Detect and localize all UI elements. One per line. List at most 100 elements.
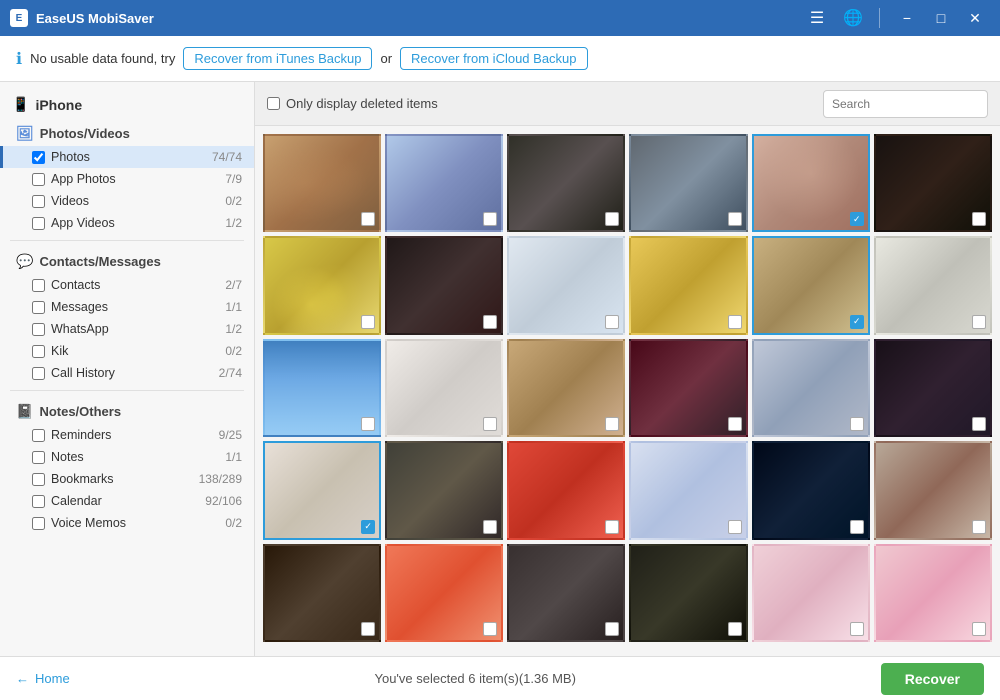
sidebar-item-calendar[interactable]: Calendar 92/106 — [0, 490, 254, 512]
icloud-backup-link[interactable]: Recover from iCloud Backup — [400, 47, 587, 70]
sidebar-item-bookmarks[interactable]: Bookmarks 138/289 — [0, 468, 254, 490]
sidebar-item-videos[interactable]: Videos 0/2 — [0, 190, 254, 212]
photo-checkbox-14[interactable] — [483, 417, 497, 431]
photo-checkbox-18[interactable] — [972, 417, 986, 431]
photo-cell-9[interactable] — [507, 236, 625, 334]
videos-checkbox[interactable] — [32, 195, 45, 208]
photo-cell-6[interactable] — [874, 134, 992, 232]
sidebar-item-reminders[interactable]: Reminders 9/25 — [0, 424, 254, 446]
sidebar-item-kik[interactable]: Kik 0/2 — [0, 340, 254, 362]
photos-checkbox[interactable] — [32, 151, 45, 164]
photo-cell-27[interactable] — [507, 544, 625, 642]
photo-cell-4[interactable] — [629, 134, 747, 232]
photo-checkbox-25[interactable] — [361, 622, 375, 636]
calendar-checkbox[interactable] — [32, 495, 45, 508]
photo-checkbox-24[interactable] — [972, 520, 986, 534]
photo-cell-1[interactable] — [263, 134, 381, 232]
photo-cell-2[interactable] — [385, 134, 503, 232]
sidebar-item-whatsapp[interactable]: WhatsApp 1/2 — [0, 318, 254, 340]
photo-cell-14[interactable] — [385, 339, 503, 437]
photo-cell-7[interactable] — [263, 236, 381, 334]
photo-cell-10[interactable] — [629, 236, 747, 334]
photo-checkbox-17[interactable] — [850, 417, 864, 431]
photo-cell-30[interactable] — [874, 544, 992, 642]
maximize-btn[interactable]: □ — [926, 6, 956, 30]
sidebar-item-app-videos[interactable]: App Videos 1/2 — [0, 212, 254, 234]
photo-checkbox-21[interactable] — [605, 520, 619, 534]
notes-checkbox[interactable] — [32, 451, 45, 464]
itunes-backup-link[interactable]: Recover from iTunes Backup — [183, 47, 372, 70]
only-deleted-checkbox[interactable] — [267, 97, 280, 110]
app-videos-checkbox[interactable] — [32, 217, 45, 230]
photo-checkbox-13[interactable] — [361, 417, 375, 431]
photo-cell-26[interactable] — [385, 544, 503, 642]
photo-checkbox-6[interactable] — [972, 212, 986, 226]
photo-checkbox-23[interactable] — [850, 520, 864, 534]
photo-checkbox-28[interactable] — [728, 622, 742, 636]
photo-checkbox-8[interactable] — [483, 315, 497, 329]
photo-cell-21[interactable] — [507, 441, 625, 539]
whatsapp-checkbox[interactable] — [32, 323, 45, 336]
menu-icon-btn[interactable]: ☰ — [803, 4, 831, 32]
recover-button[interactable]: Recover — [881, 663, 984, 695]
photo-checkbox-20[interactable] — [483, 520, 497, 534]
photo-checkbox-10[interactable] — [728, 315, 742, 329]
bookmarks-checkbox[interactable] — [32, 473, 45, 486]
photo-cell-17[interactable] — [752, 339, 870, 437]
messages-checkbox[interactable] — [32, 301, 45, 314]
photo-cell-3[interactable] — [507, 134, 625, 232]
photo-checkbox-27[interactable] — [605, 622, 619, 636]
photo-cell-13[interactable] — [263, 339, 381, 437]
voice-memos-checkbox[interactable] — [32, 517, 45, 530]
sidebar-item-photos[interactable]: Photos 74/74 — [0, 146, 254, 168]
sidebar-item-notes[interactable]: Notes 1/1 — [0, 446, 254, 468]
globe-icon-btn[interactable]: 🌐 — [839, 4, 867, 32]
sidebar-item-call-history[interactable]: Call History 2/74 — [0, 362, 254, 384]
photo-cell-22[interactable] — [629, 441, 747, 539]
photo-checkbox-12[interactable] — [972, 315, 986, 329]
photo-checkbox-29[interactable] — [850, 622, 864, 636]
photo-checkbox-5[interactable]: ✓ — [850, 212, 864, 226]
photo-checkbox-16[interactable] — [728, 417, 742, 431]
photo-cell-28[interactable] — [629, 544, 747, 642]
photo-cell-11[interactable]: ✓ — [752, 236, 870, 334]
photo-cell-19[interactable]: ✓ — [263, 441, 381, 539]
photo-checkbox-7[interactable] — [361, 315, 375, 329]
photo-checkbox-30[interactable] — [972, 622, 986, 636]
photo-checkbox-4[interactable] — [728, 212, 742, 226]
call-history-checkbox[interactable] — [32, 367, 45, 380]
photo-cell-25[interactable] — [263, 544, 381, 642]
photo-cell-8[interactable] — [385, 236, 503, 334]
photo-cell-24[interactable] — [874, 441, 992, 539]
photo-cell-23[interactable] — [752, 441, 870, 539]
reminders-checkbox[interactable] — [32, 429, 45, 442]
contacts-checkbox[interactable] — [32, 279, 45, 292]
sidebar-item-messages[interactable]: Messages 1/1 — [0, 296, 254, 318]
close-btn[interactable]: ✕ — [960, 6, 990, 30]
search-input[interactable] — [823, 90, 988, 118]
sidebar-item-contacts[interactable]: Contacts 2/7 — [0, 274, 254, 296]
photo-checkbox-2[interactable] — [483, 212, 497, 226]
photo-checkbox-15[interactable] — [605, 417, 619, 431]
photo-checkbox-22[interactable] — [728, 520, 742, 534]
only-deleted-label[interactable]: Only display deleted items — [267, 96, 438, 111]
minimize-btn[interactable]: − — [892, 6, 922, 30]
sidebar-item-app-photos[interactable]: App Photos 7/9 — [0, 168, 254, 190]
photo-checkbox-9[interactable] — [605, 315, 619, 329]
photo-cell-18[interactable] — [874, 339, 992, 437]
photo-checkbox-11[interactable]: ✓ — [850, 315, 864, 329]
photo-checkbox-1[interactable] — [361, 212, 375, 226]
photo-checkbox-3[interactable] — [605, 212, 619, 226]
photo-cell-16[interactable] — [629, 339, 747, 437]
photo-cell-29[interactable] — [752, 544, 870, 642]
sidebar-item-voice-memos[interactable]: Voice Memos 0/2 — [0, 512, 254, 534]
photo-cell-5[interactable]: ✓ — [752, 134, 870, 232]
kik-checkbox[interactable] — [32, 345, 45, 358]
photo-checkbox-19[interactable]: ✓ — [361, 520, 375, 534]
photo-cell-15[interactable] — [507, 339, 625, 437]
photo-checkbox-26[interactable] — [483, 622, 497, 636]
photo-cell-12[interactable] — [874, 236, 992, 334]
app-photos-checkbox[interactable] — [32, 173, 45, 186]
photo-cell-20[interactable] — [385, 441, 503, 539]
home-button[interactable]: ← Home — [16, 671, 70, 686]
